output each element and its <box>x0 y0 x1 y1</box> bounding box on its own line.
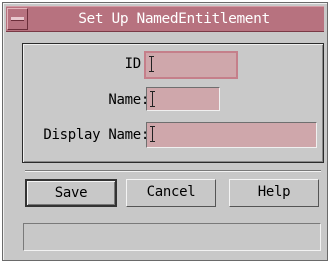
entitlement-form: ID: Name: Display Name: <box>22 43 324 163</box>
id-input[interactable] <box>144 51 238 79</box>
dialog-window: Set Up NamedEntitlement ID: Name: Displa… <box>2 2 328 261</box>
display-name-input[interactable] <box>146 122 317 148</box>
status-bar <box>23 223 321 251</box>
text-cursor-icon <box>149 56 155 72</box>
text-cursor-icon <box>150 91 156 107</box>
title-bar[interactable]: Set Up NamedEntitlement <box>6 6 324 32</box>
text-cursor-icon <box>150 126 156 142</box>
separator <box>25 170 321 172</box>
name-input[interactable] <box>146 87 220 111</box>
minus-icon <box>11 17 24 21</box>
help-button[interactable]: Help <box>229 179 319 207</box>
display-name-label: Display Name: <box>43 127 149 143</box>
window-title: Set Up NamedEntitlement <box>78 11 270 27</box>
name-label: Name: <box>108 92 149 108</box>
id-label: ID: <box>124 56 150 72</box>
save-button[interactable]: Save <box>25 179 117 207</box>
cancel-button[interactable]: Cancel <box>126 179 216 207</box>
window-menu-button[interactable] <box>7 8 28 30</box>
